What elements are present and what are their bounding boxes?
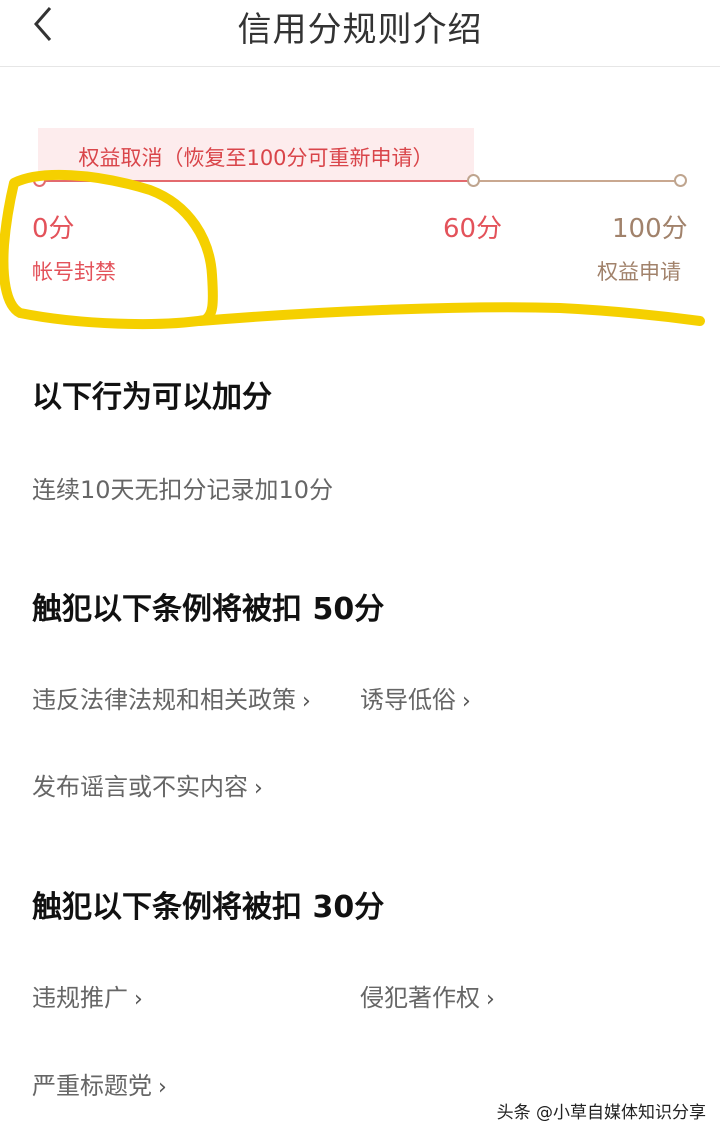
rule-label: 发布谣言或不实内容 xyxy=(32,773,248,801)
rule-link-law-violation[interactable]: 违反法律法规和相关政策 › xyxy=(32,680,311,715)
add-points-rule: 连续10天无扣分记录加10分 xyxy=(32,476,334,504)
rule-link-copyright[interactable]: 侵犯著作权 › xyxy=(360,978,495,1013)
score-0-label: 帐号封禁 xyxy=(32,260,116,284)
rule-link-rumor[interactable]: 发布谣言或不实内容 › xyxy=(32,767,263,802)
scale-segment-brown xyxy=(474,180,681,182)
score-100-label: 权益申请 xyxy=(597,260,681,284)
rights-cancelled-banner: 权益取消（恢复至100分可重新申请） xyxy=(38,128,474,180)
rule-label: 严重标题党 xyxy=(32,1072,152,1100)
rule-label: 侵犯著作权 xyxy=(360,984,480,1012)
banner-text: 权益取消（恢复至100分可重新申请） xyxy=(78,146,434,170)
rule-link-promotion[interactable]: 违规推广 › xyxy=(32,978,143,1013)
chevron-right-icon: › xyxy=(302,689,311,714)
chevron-right-icon: › xyxy=(134,987,143,1012)
section-deduct-50-title: 触犯以下条例将被扣 50分 xyxy=(32,592,385,627)
score-60: 60分 xyxy=(443,214,503,244)
score-scale-line xyxy=(38,180,681,182)
scale-point-0 xyxy=(33,174,46,187)
watermark: 头条 @小草自媒体知识分享 xyxy=(496,1103,706,1123)
chevron-right-icon: › xyxy=(158,1075,167,1100)
chevron-right-icon: › xyxy=(254,776,263,801)
rule-label: 诱导低俗 xyxy=(360,686,456,714)
section-add-points-title: 以下行为可以加分 xyxy=(32,380,272,415)
score-100: 100分 xyxy=(612,214,688,244)
scale-point-100 xyxy=(674,174,687,187)
chevron-right-icon: › xyxy=(462,689,471,714)
scale-segment-red xyxy=(38,180,474,182)
rule-label: 违反法律法规和相关政策 xyxy=(32,686,296,714)
chevron-right-icon: › xyxy=(486,987,495,1012)
scale-point-60 xyxy=(467,174,480,187)
rule-link-vulgar[interactable]: 诱导低俗 › xyxy=(360,680,471,715)
page-title: 信用分规则介绍 xyxy=(237,10,483,50)
yellow-highlight-annotation xyxy=(0,169,705,330)
rule-link-clickbait[interactable]: 严重标题党 › xyxy=(32,1066,167,1101)
section-deduct-30-title: 触犯以下条例将被扣 30分 xyxy=(32,890,385,925)
score-0: 0分 xyxy=(32,214,75,244)
rule-label: 违规推广 xyxy=(32,984,128,1012)
navigation-bar: 信用分规则介绍 xyxy=(0,0,720,67)
